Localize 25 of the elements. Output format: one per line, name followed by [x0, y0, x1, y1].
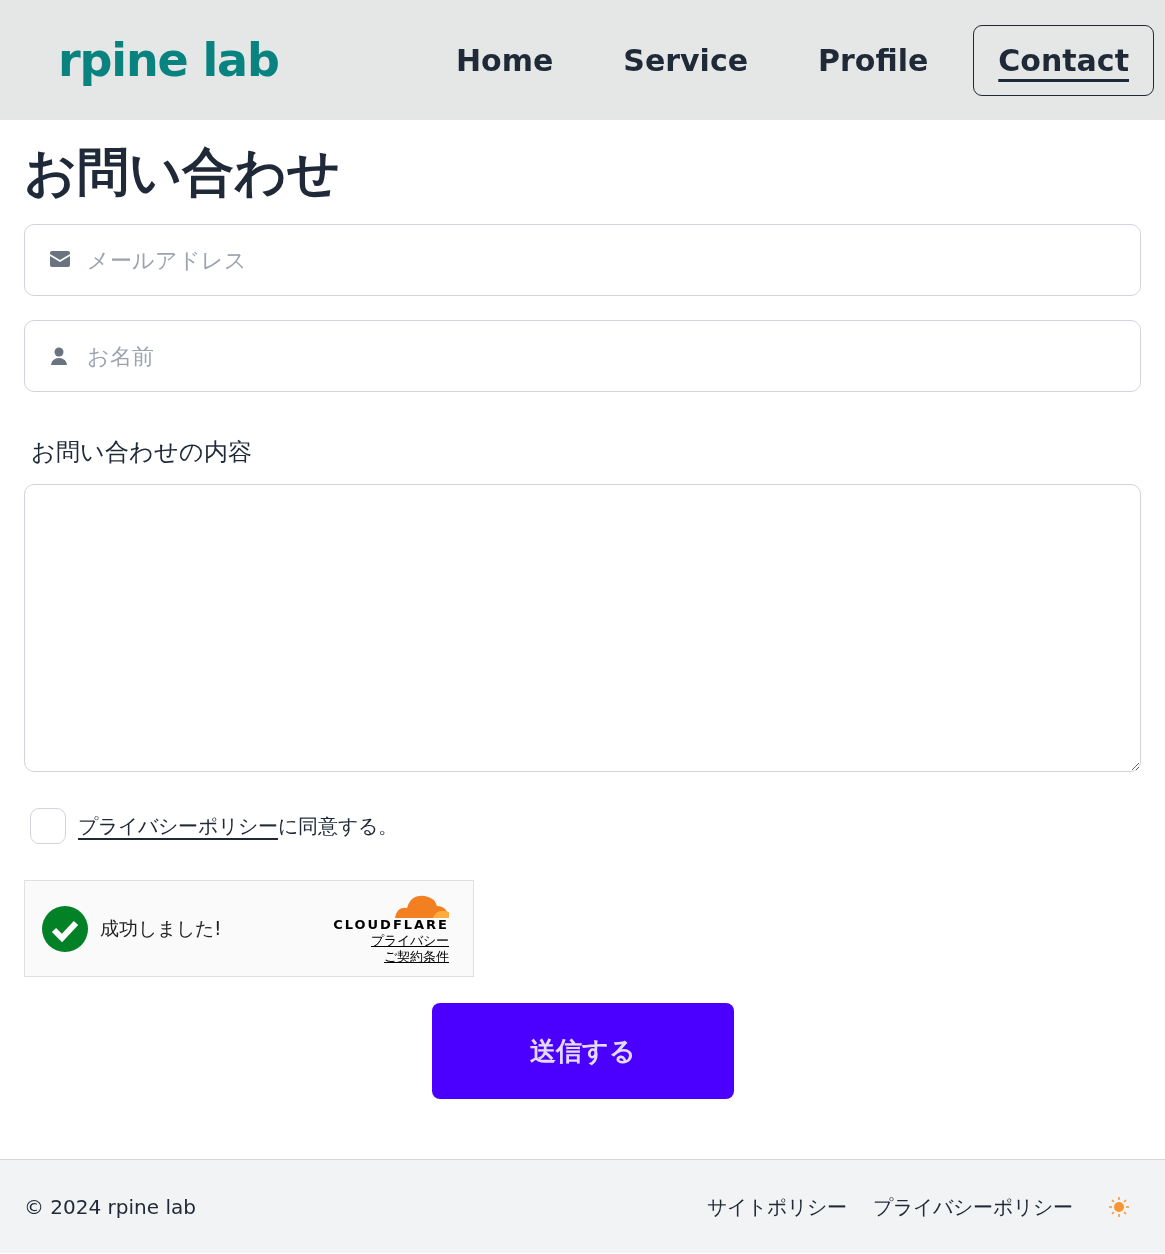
privacy-link[interactable]: プライバシーポリシー — [78, 814, 278, 838]
page-title: お問い合わせ — [24, 146, 341, 198]
email-field[interactable]: メールアドレス — [24, 224, 1141, 296]
nav-link[interactable]: Contact — [973, 24, 1154, 96]
name-field[interactable]: お名前 — [24, 320, 1141, 392]
sun-icon[interactable] — [1109, 1196, 1129, 1217]
nav-link[interactable]: Profile — [793, 24, 954, 96]
brand-wordmark: CLOUDFLARE — [333, 917, 449, 931]
captcha-status: 成功しました! — [100, 916, 222, 942]
agree-checkbox[interactable] — [30, 808, 66, 844]
terms-link[interactable]: ご契約条件 — [384, 949, 449, 966]
person-icon — [50, 347, 68, 365]
privacy-link[interactable]: プライバシー — [371, 932, 449, 949]
copyright-text: © 2024 rpine lab — [24, 1193, 196, 1221]
check-icon — [42, 905, 88, 952]
field-label: お問い合わせの内容 — [31, 437, 253, 468]
nav-link[interactable]: Home — [431, 24, 579, 96]
agree-text: プライバシーポリシーに同意する。 — [78, 813, 398, 840]
envelope-icon — [50, 251, 70, 267]
footer-link[interactable]: プライバシーポリシー — [873, 1191, 1073, 1222]
message-field[interactable] — [24, 484, 1141, 772]
footer-link[interactable]: サイトポリシー — [707, 1191, 847, 1222]
nav-link[interactable]: Service — [598, 24, 774, 96]
submit-button[interactable]: 送信する — [431, 1003, 734, 1099]
site-logo[interactable]: rpine lab — [58, 25, 279, 95]
